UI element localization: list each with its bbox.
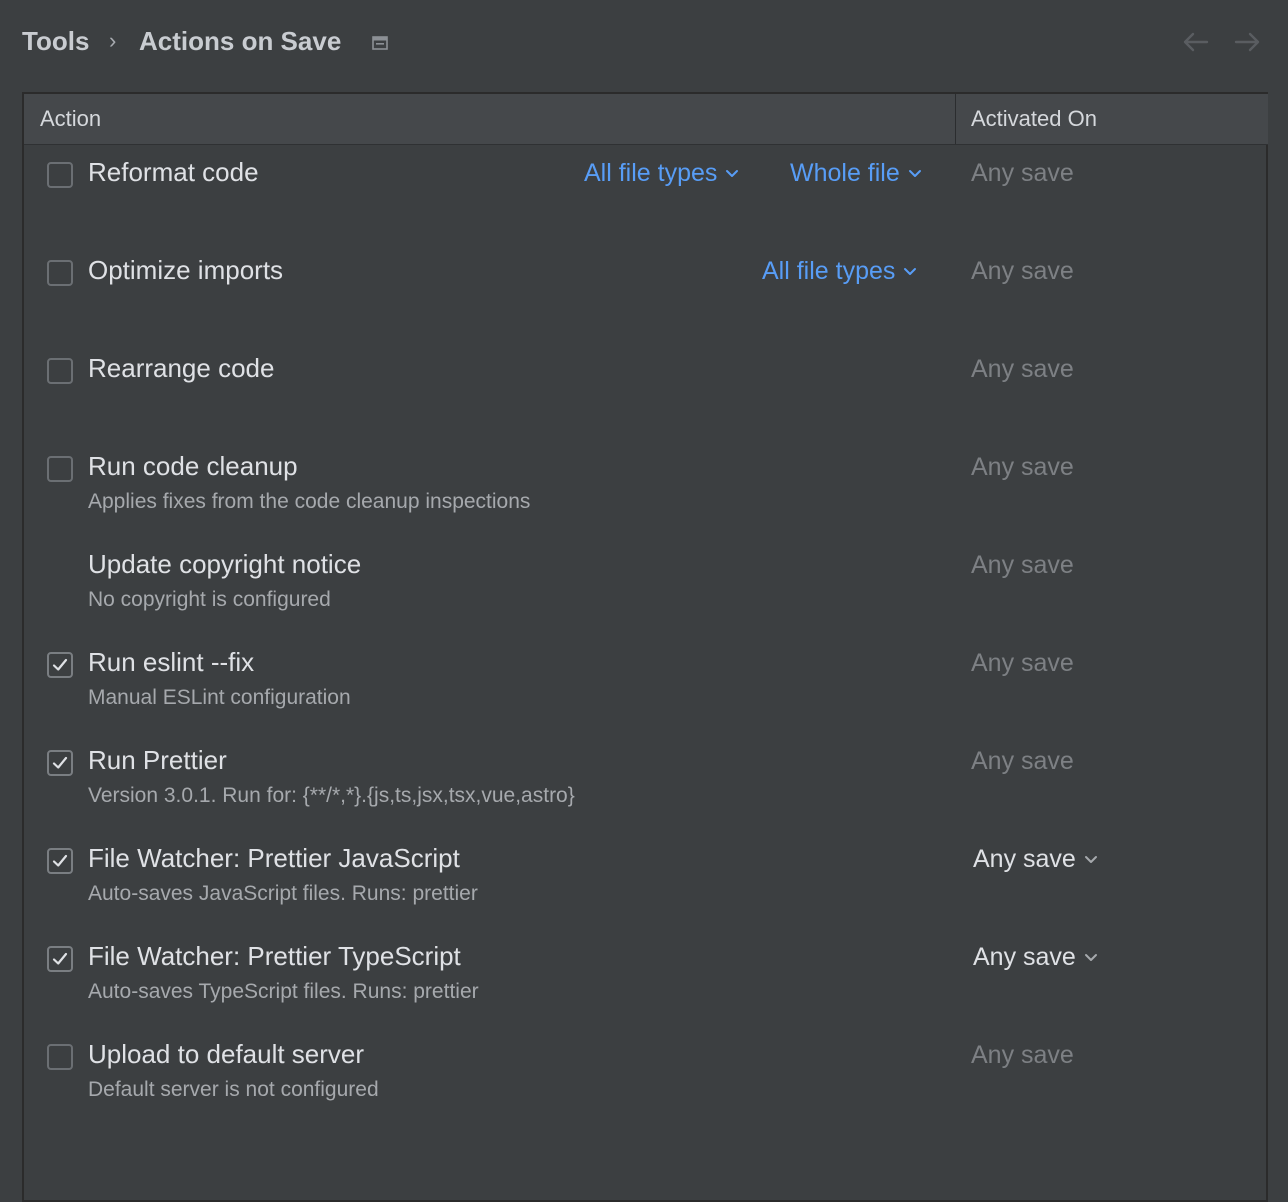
activated-on-dropdown[interactable]: Any save	[973, 845, 1098, 874]
action-title: File Watcher: Prettier JavaScript	[88, 843, 460, 873]
chevron-down-icon	[717, 159, 739, 187]
column-divider[interactable]	[955, 94, 956, 144]
action-title: Reformat code	[88, 157, 259, 187]
activated-on-label: Any save	[971, 649, 1074, 677]
action-checkbox[interactable]	[47, 162, 73, 188]
table-row[interactable]: File Watcher: Prettier TypeScript Auto-sa…	[24, 928, 1268, 1026]
back-arrow-icon[interactable]	[1180, 28, 1210, 56]
window-icon[interactable]	[372, 36, 388, 50]
activated-on-label: Any save	[973, 845, 1076, 873]
action-title: File Watcher: Prettier TypeScript	[88, 941, 461, 971]
activated-on-label: Any save	[971, 747, 1074, 775]
table-row[interactable]: Run Prettier Version 3.0.1. Run for: {**/…	[24, 732, 1268, 830]
table-row[interactable]: Optimize imports All file types Any save	[24, 242, 1268, 340]
activated-on-label: Any save	[971, 159, 1074, 187]
activated-on-label: Any save	[971, 257, 1074, 285]
chevron-down-icon	[1076, 845, 1098, 873]
action-description: No copyright is configured	[88, 588, 331, 611]
action-title: Update copyright notice	[88, 549, 362, 579]
activated-on-label: Any save	[971, 551, 1074, 579]
table-row[interactable]: Run eslint --fix Manual ESLint configurat…	[24, 634, 1268, 732]
action-checkbox[interactable]	[47, 456, 73, 482]
actions-table: Action Activated On Reformat code All fil…	[22, 92, 1268, 1202]
file-types-dropdown[interactable]: All file types	[762, 257, 917, 286]
action-description: Manual ESLint configuration	[88, 686, 351, 709]
chevron-down-icon	[1076, 943, 1098, 971]
action-title: Rearrange code	[88, 353, 275, 383]
chevron-down-icon	[895, 257, 917, 285]
table-row[interactable]: Rearrange code Any save	[24, 340, 1268, 438]
table-row[interactable]: Reformat code All file types Whole file Any…	[24, 144, 1268, 242]
breadcrumb-root[interactable]: Tools	[22, 26, 89, 57]
action-description: Version 3.0.1. Run for: {**/*,*}.{js,ts,…	[88, 784, 575, 807]
file-types-dropdown[interactable]: All file types	[584, 159, 739, 188]
breadcrumb-separator: ›	[109, 28, 117, 53]
table-row[interactable]: File Watcher: Prettier JavaScript Auto-sa…	[24, 830, 1268, 928]
settings-header: Tools › Actions on Save	[0, 0, 1288, 86]
action-title: Upload to default server	[88, 1039, 365, 1069]
table-row[interactable]: Update copyright notice No copyright is c…	[24, 536, 1268, 634]
activated-on-dropdown[interactable]: Any save	[973, 943, 1098, 972]
action-checkbox[interactable]	[47, 260, 73, 286]
scope-dropdown[interactable]: Whole file	[790, 159, 922, 188]
activated-on-label: Any save	[971, 1041, 1074, 1069]
action-description: Default server is not configured	[88, 1078, 379, 1101]
action-title: Run code cleanup	[88, 451, 298, 481]
file-types-label: All file types	[762, 257, 896, 285]
column-header-action[interactable]: Action	[40, 106, 101, 132]
action-description: Auto-saves JavaScript files. Runs: prett…	[88, 882, 478, 905]
action-checkbox[interactable]	[47, 652, 73, 678]
action-checkbox[interactable]	[47, 750, 73, 776]
table-row[interactable]: Upload to default server Default server i…	[24, 1026, 1268, 1124]
table-header: Action Activated On	[24, 94, 1268, 145]
action-checkbox[interactable]	[47, 848, 73, 874]
action-title: Run Prettier	[88, 745, 227, 775]
action-checkbox[interactable]	[47, 946, 73, 972]
table-row[interactable]: Run code cleanup Applies fixes from the c…	[24, 438, 1268, 536]
action-title: Run eslint --fix	[88, 647, 255, 677]
action-description: Auto-saves TypeScript files. Runs: prett…	[88, 980, 479, 1003]
action-checkbox[interactable]	[47, 1044, 73, 1070]
file-types-label: All file types	[584, 159, 718, 187]
action-checkbox[interactable]	[47, 358, 73, 384]
column-header-activated-on[interactable]: Activated On	[971, 106, 1097, 132]
activated-on-label: Any save	[971, 453, 1074, 481]
scope-label: Whole file	[790, 159, 900, 187]
action-title: Optimize imports	[88, 255, 284, 285]
page-title: Actions on Save	[139, 26, 342, 56]
chevron-down-icon	[900, 159, 922, 187]
activated-on-label: Any save	[973, 943, 1076, 971]
activated-on-label: Any save	[971, 355, 1074, 383]
action-description: Applies fixes from the code cleanup insp…	[88, 490, 531, 513]
forward-arrow-icon[interactable]	[1233, 28, 1263, 56]
